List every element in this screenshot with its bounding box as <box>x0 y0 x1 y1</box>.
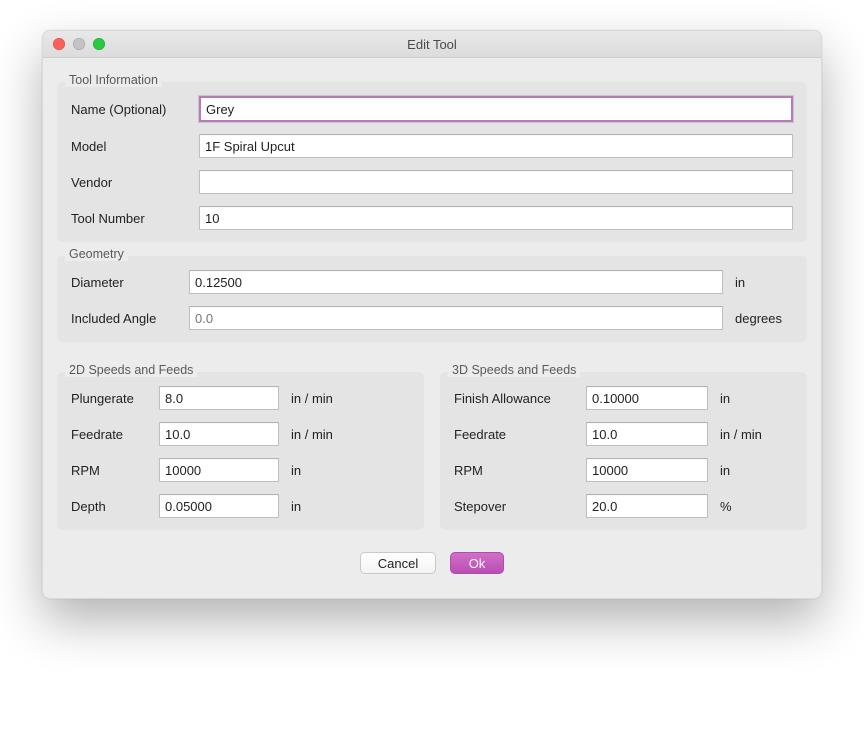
diameter-field[interactable] <box>189 270 723 294</box>
included-angle-field[interactable] <box>189 306 723 330</box>
plungerate-field[interactable] <box>159 386 279 410</box>
rpm-3d-field[interactable] <box>586 458 708 482</box>
vendor-label: Vendor <box>71 175 187 190</box>
diameter-label: Diameter <box>71 275 177 290</box>
ok-button[interactable]: Ok <box>450 552 504 574</box>
group-2d-speeds-feeds: 2D Speeds and Feeds Plungerate in / min … <box>57 372 424 530</box>
group-legend: Tool Information <box>65 73 162 87</box>
plungerate-label: Plungerate <box>71 391 147 406</box>
tool-number-label: Tool Number <box>71 211 187 226</box>
feedrate-3d-unit: in / min <box>720 427 776 442</box>
titlebar: Edit Tool <box>43 31 821 58</box>
edit-tool-window: Edit Tool Tool Information Name (Optiona… <box>42 30 822 599</box>
stepover-unit: % <box>720 499 776 514</box>
rpm-3d-unit: in <box>720 463 776 478</box>
rpm-3d-label: RPM <box>454 463 574 478</box>
window-controls <box>53 38 105 50</box>
maximize-icon[interactable] <box>93 38 105 50</box>
model-label: Model <box>71 139 187 154</box>
depth-field[interactable] <box>159 494 279 518</box>
finish-allowance-field[interactable] <box>586 386 708 410</box>
group-legend: 3D Speeds and Feeds <box>448 363 580 377</box>
dialog-footer: Cancel Ok <box>57 552 807 574</box>
group-legend: Geometry <box>65 247 128 261</box>
rpm-2d-label: RPM <box>71 463 147 478</box>
group-3d-speeds-feeds: 3D Speeds and Feeds Finish Allowance in … <box>440 372 807 530</box>
feedrate-3d-label: Feedrate <box>454 427 574 442</box>
feedrate-2d-field[interactable] <box>159 422 279 446</box>
group-legend: 2D Speeds and Feeds <box>65 363 197 377</box>
diameter-unit: in <box>735 275 793 290</box>
feedrate-2d-label: Feedrate <box>71 427 147 442</box>
finish-allowance-unit: in <box>720 391 776 406</box>
group-geometry: Geometry Diameter in Included Angle degr… <box>57 256 807 342</box>
depth-label: Depth <box>71 499 147 514</box>
rpm-2d-field[interactable] <box>159 458 279 482</box>
tool-number-field[interactable] <box>199 206 793 230</box>
feedrate-3d-field[interactable] <box>586 422 708 446</box>
stepover-field[interactable] <box>586 494 708 518</box>
cancel-button[interactable]: Cancel <box>360 552 436 574</box>
group-tool-information: Tool Information Name (Optional) Model V… <box>57 82 807 242</box>
name-field[interactable] <box>199 96 793 122</box>
dialog-content: Tool Information Name (Optional) Model V… <box>43 58 821 598</box>
vendor-field[interactable] <box>199 170 793 194</box>
name-label: Name (Optional) <box>71 102 187 117</box>
plungerate-unit: in / min <box>291 391 347 406</box>
minimize-icon <box>73 38 85 50</box>
close-icon[interactable] <box>53 38 65 50</box>
window-title: Edit Tool <box>43 37 821 52</box>
depth-unit: in <box>291 499 347 514</box>
feedrate-2d-unit: in / min <box>291 427 347 442</box>
included-angle-label: Included Angle <box>71 311 177 326</box>
model-field[interactable] <box>199 134 793 158</box>
finish-allowance-label: Finish Allowance <box>454 391 574 406</box>
included-angle-unit: degrees <box>735 311 793 326</box>
rpm-2d-unit: in <box>291 463 347 478</box>
stepover-label: Stepover <box>454 499 574 514</box>
